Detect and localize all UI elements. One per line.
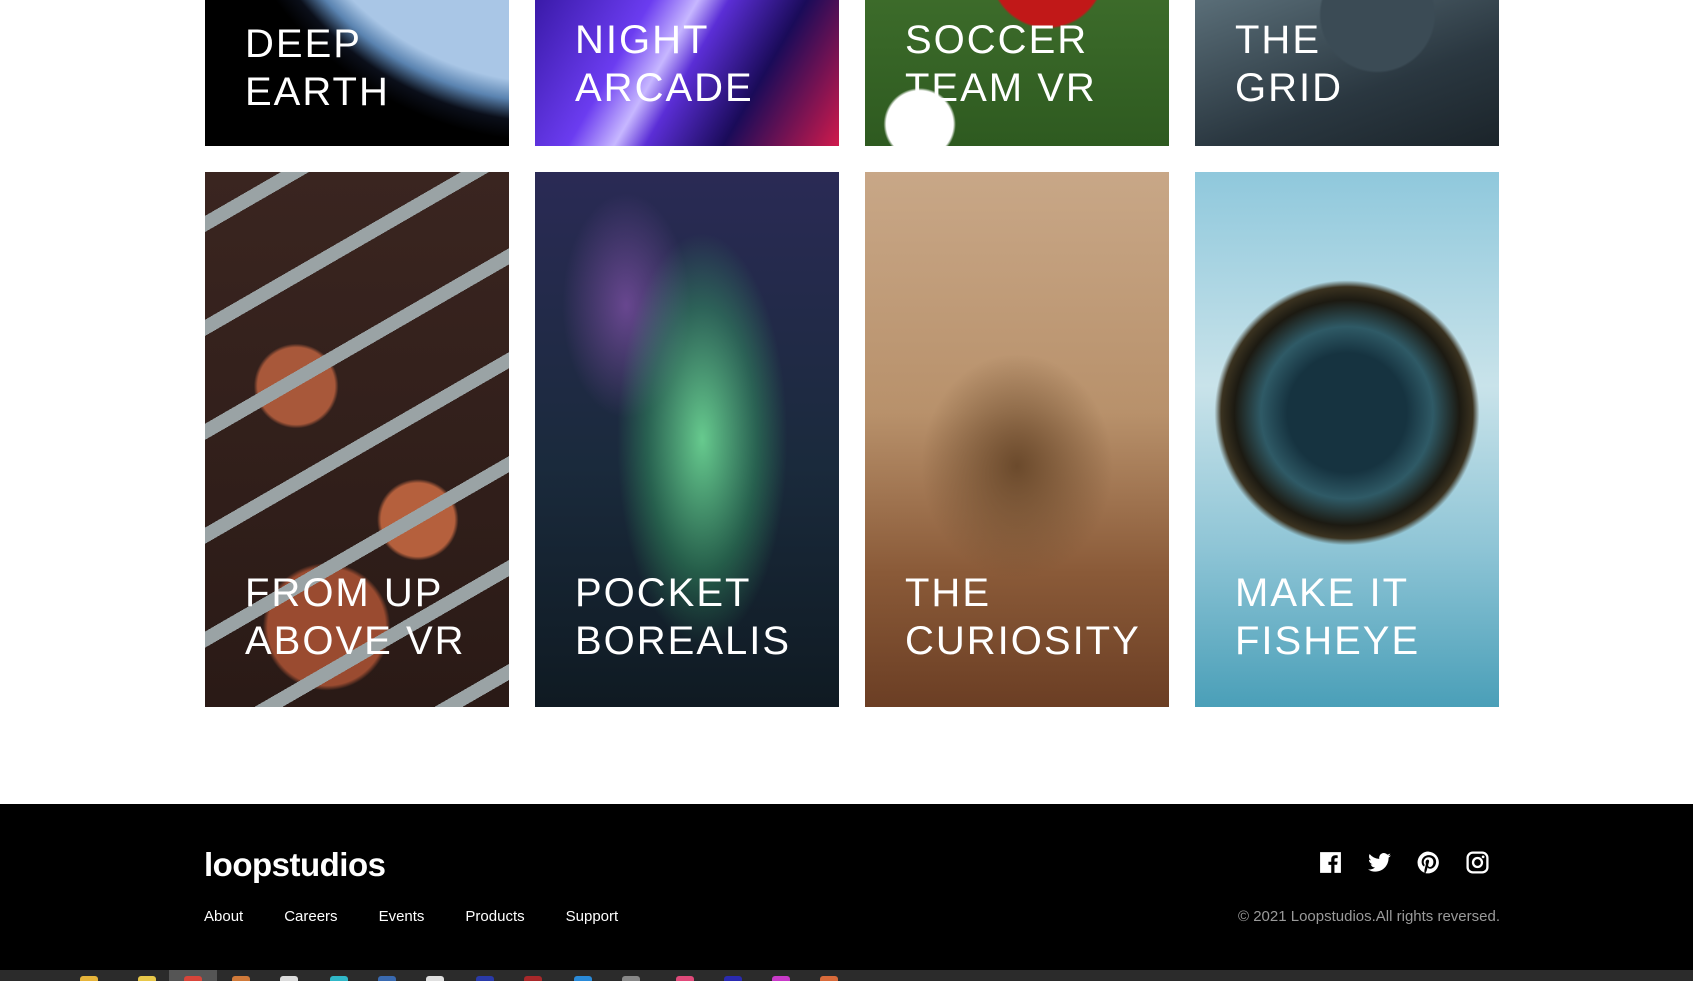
card-title: MAKE IT FISHEYE bbox=[1235, 569, 1489, 665]
taskbar-app-icon[interactable] bbox=[524, 976, 542, 981]
card-title-line2: TEAM VR bbox=[905, 66, 1097, 110]
facebook-icon[interactable] bbox=[1318, 850, 1343, 875]
card-title-line1: DEEP bbox=[245, 22, 362, 66]
card-title-line2: CURIOSITY bbox=[905, 619, 1141, 663]
taskbar-app-icon[interactable] bbox=[724, 976, 742, 981]
taskbar-app-icon[interactable] bbox=[676, 976, 694, 981]
card-title-line1: THE bbox=[905, 571, 991, 615]
site-footer: loopstudios About Careers Events Product… bbox=[0, 804, 1693, 981]
footer-link-support[interactable]: Support bbox=[566, 908, 619, 925]
taskbar-app-icon[interactable] bbox=[80, 976, 98, 981]
card-title: FROM UP ABOVE VR bbox=[245, 569, 499, 665]
card-title: NIGHT ARCADE bbox=[575, 16, 829, 112]
taskbar-app-icon[interactable] bbox=[378, 976, 396, 981]
card-the-curiosity[interactable]: THE CURIOSITY bbox=[865, 172, 1169, 707]
card-title-line2: ABOVE VR bbox=[245, 619, 466, 663]
card-title-line2: EARTH bbox=[245, 70, 390, 114]
footer-link-events[interactable]: Events bbox=[379, 908, 425, 925]
footer-link-products[interactable]: Products bbox=[465, 908, 524, 925]
taskbar-app-icon[interactable] bbox=[476, 976, 494, 981]
card-title-line2: GRID bbox=[1235, 66, 1343, 110]
footer-nav: About Careers Events Products Support bbox=[204, 908, 659, 925]
card-make-it-fisheye[interactable]: MAKE IT FISHEYE bbox=[1195, 172, 1499, 707]
social-links bbox=[1318, 850, 1490, 875]
os-taskbar bbox=[0, 970, 1693, 981]
card-from-up-above-vr[interactable]: FROM UP ABOVE VR bbox=[205, 172, 509, 707]
card-title-line1: POCKET bbox=[575, 571, 752, 615]
taskbar-app-icon[interactable] bbox=[622, 976, 640, 981]
instagram-icon[interactable] bbox=[1465, 850, 1490, 875]
footer-link-careers[interactable]: Careers bbox=[284, 908, 337, 925]
taskbar-app-icon[interactable] bbox=[574, 976, 592, 981]
card-pocket-borealis[interactable]: POCKET BOREALIS bbox=[535, 172, 839, 707]
card-title-line1: NIGHT bbox=[575, 18, 710, 62]
footer-logo[interactable]: loopstudios bbox=[204, 846, 386, 884]
pinterest-icon[interactable] bbox=[1416, 850, 1441, 875]
card-title-line1: SOCCER bbox=[905, 18, 1089, 62]
taskbar-app-icon[interactable] bbox=[330, 976, 348, 981]
taskbar-app-icon[interactable] bbox=[772, 976, 790, 981]
taskbar-app-icon[interactable] bbox=[426, 976, 444, 981]
card-title: SOCCER TEAM VR bbox=[905, 16, 1159, 112]
taskbar-app-icon[interactable] bbox=[820, 976, 838, 981]
card-the-grid[interactable]: THE GRID bbox=[1195, 0, 1499, 146]
card-night-arcade[interactable]: NIGHT ARCADE bbox=[535, 0, 839, 146]
card-title-line2: FISHEYE bbox=[1235, 619, 1421, 663]
taskbar-app-icon[interactable] bbox=[138, 976, 156, 981]
card-soccer-team-vr[interactable]: SOCCER TEAM VR bbox=[865, 0, 1169, 146]
card-title: POCKET BOREALIS bbox=[575, 569, 829, 665]
taskbar-app-icon[interactable] bbox=[184, 976, 202, 981]
card-title-line2: BOREALIS bbox=[575, 619, 792, 663]
copyright-text: © 2021 Loopstudios.All rights reversed. bbox=[1237, 908, 1500, 925]
card-deep-earth[interactable]: DEEP EARTH bbox=[205, 0, 509, 146]
card-title: THE CURIOSITY bbox=[905, 569, 1159, 665]
card-title: DEEP EARTH bbox=[245, 20, 499, 116]
card-title-line1: MAKE IT bbox=[1235, 571, 1410, 615]
card-title-line2: ARCADE bbox=[575, 66, 754, 110]
taskbar-app-icon[interactable] bbox=[232, 976, 250, 981]
card-title-line1: FROM UP bbox=[245, 571, 444, 615]
card-title: THE GRID bbox=[1235, 16, 1489, 112]
footer-link-about[interactable]: About bbox=[204, 908, 243, 925]
card-title-line1: THE bbox=[1235, 18, 1321, 62]
twitter-icon[interactable] bbox=[1367, 850, 1392, 875]
taskbar-app-icon[interactable] bbox=[280, 976, 298, 981]
